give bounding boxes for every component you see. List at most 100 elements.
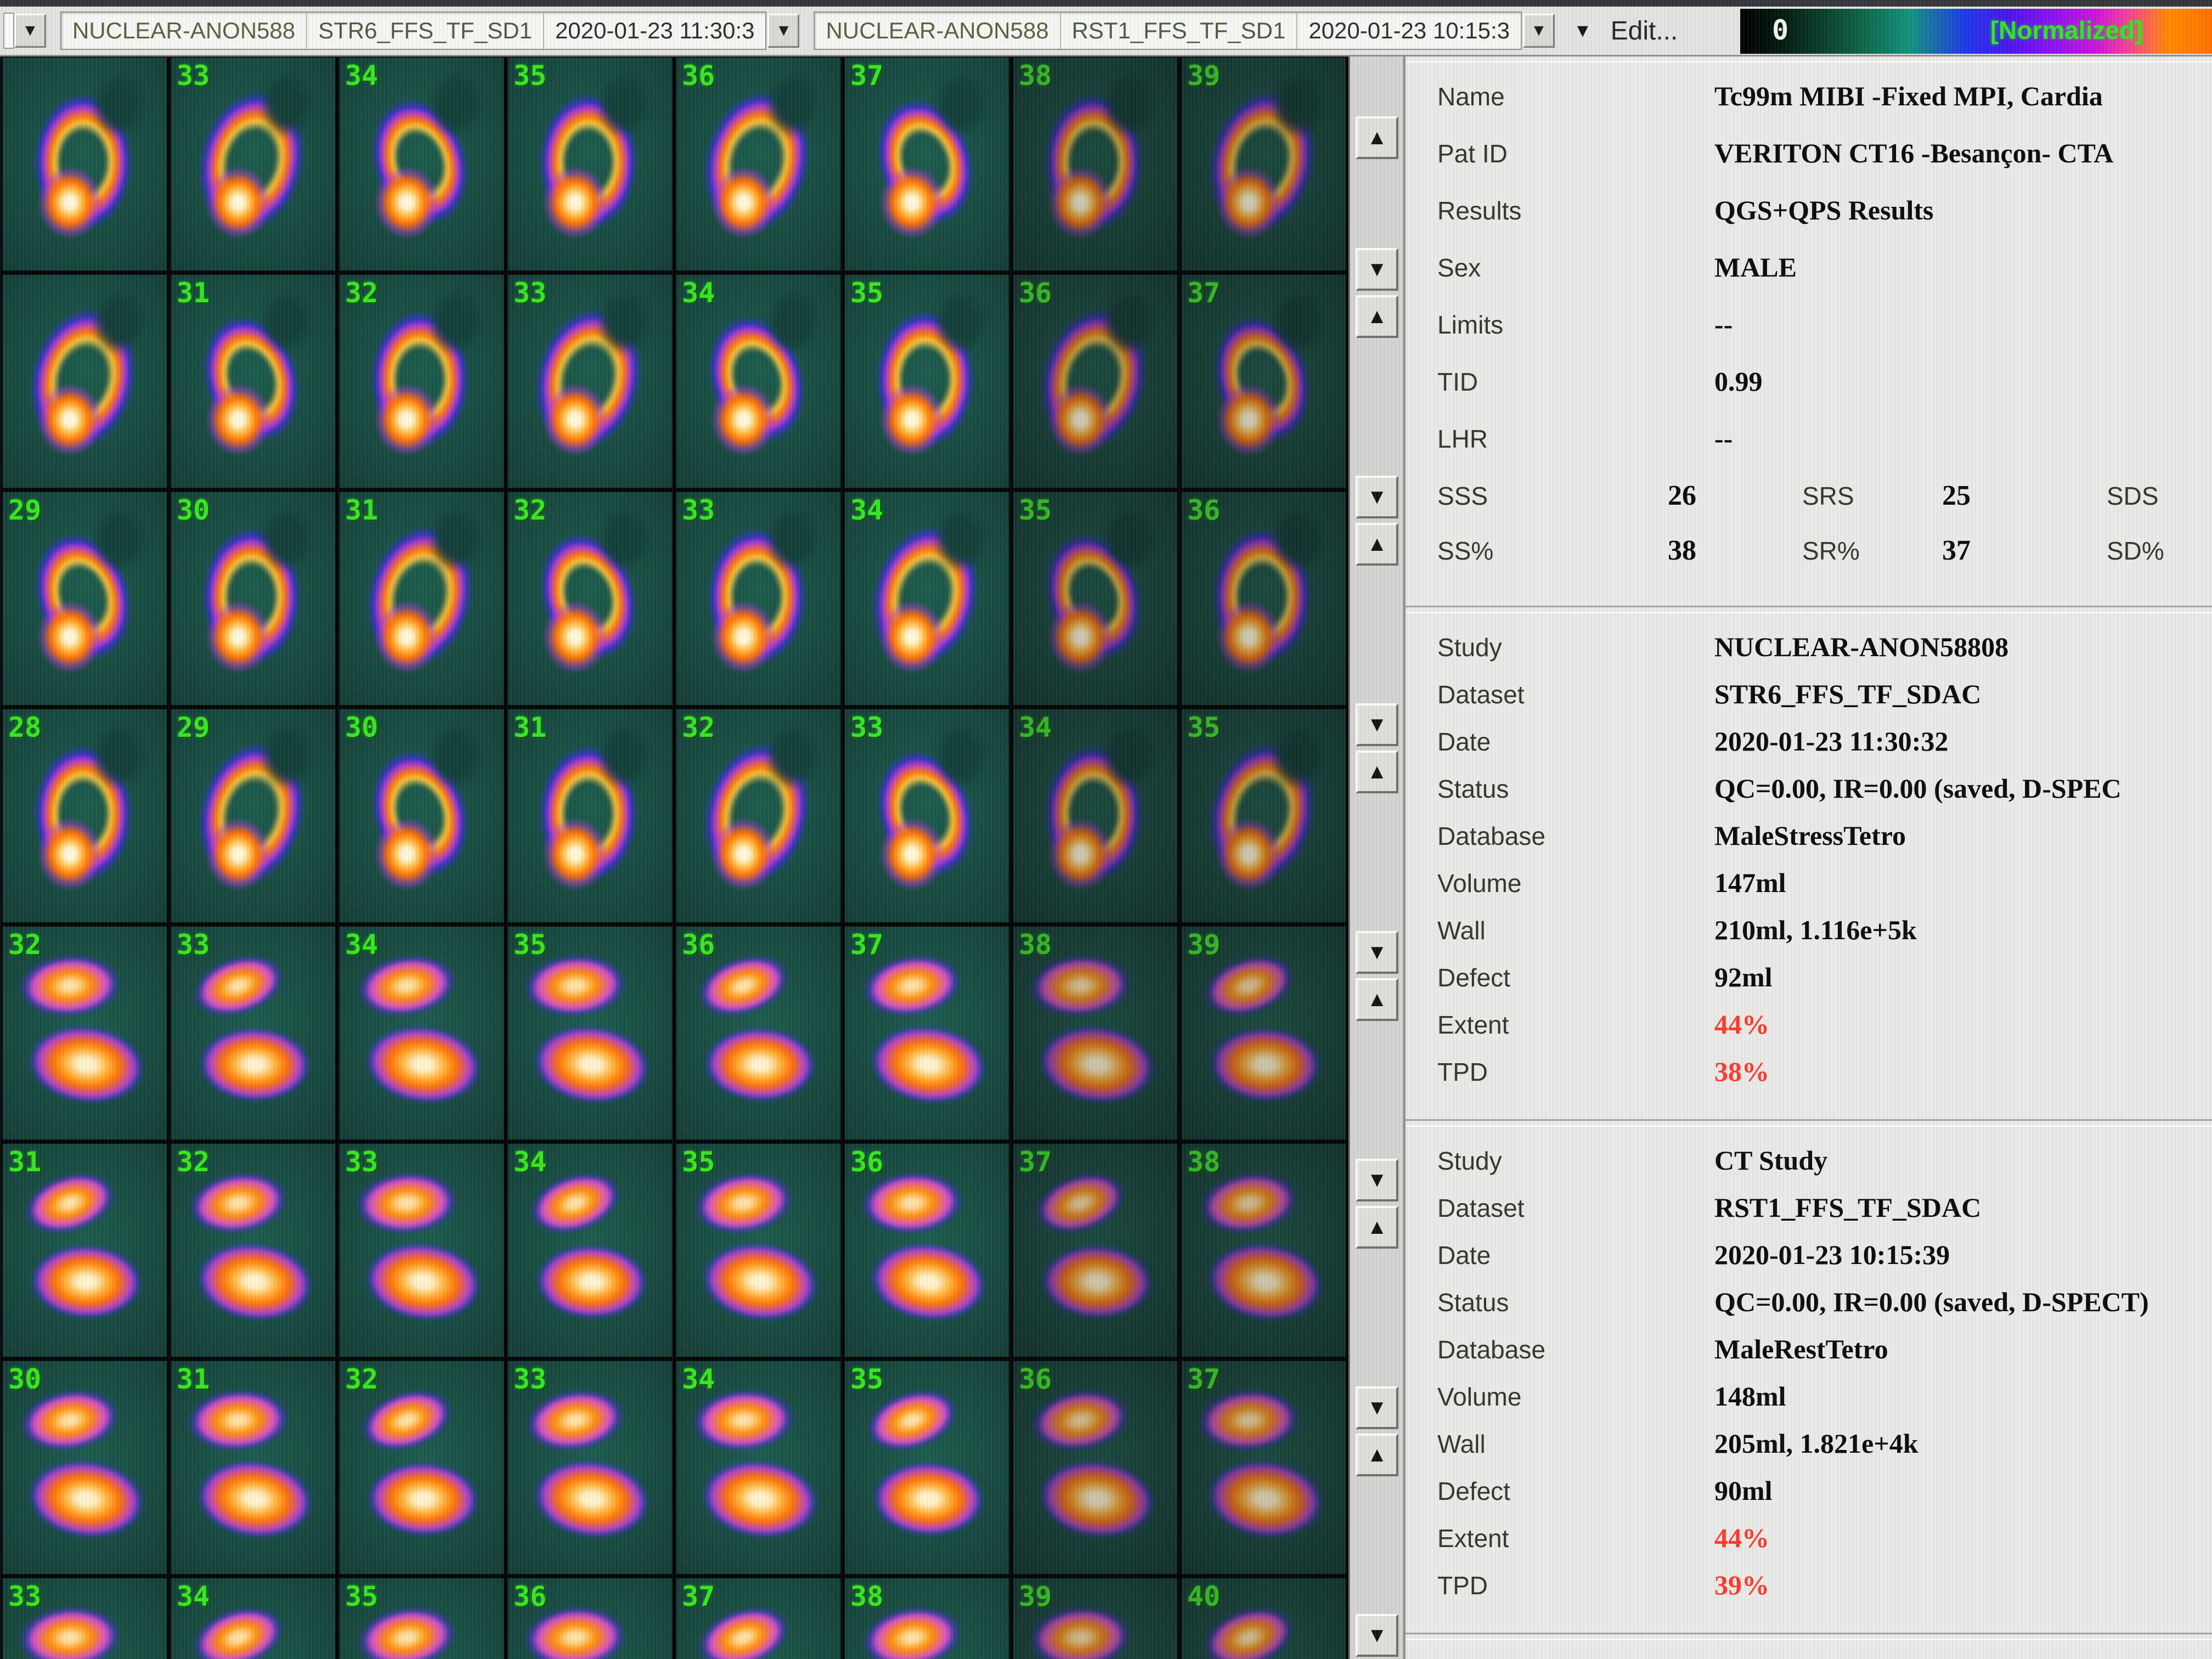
slice-cell[interactable]: 39 (1181, 57, 1346, 271)
slice-cell[interactable]: 31 (507, 709, 673, 923)
slice-cell[interactable]: 36 (1181, 492, 1346, 706)
slice-cell[interactable]: 35 (339, 1578, 504, 1659)
slice-cell[interactable]: 38 (1013, 57, 1178, 271)
slice-cell[interactable]: 33 (171, 926, 336, 1140)
slice-cell[interactable]: 33 (676, 492, 841, 706)
stress-dataset-selector[interactable]: NUCLEAR-ANON588 STR6_FFS_TF_SD1 2020-01-… (60, 12, 766, 50)
slice-number: 32 (682, 714, 715, 741)
slice-cell[interactable]: 32 (171, 1143, 336, 1357)
stress-combo-chevron-down-icon[interactable]: ▼ (768, 14, 799, 48)
scroll-down-button[interactable]: ▼ (1356, 248, 1398, 291)
slice-cell[interactable]: 31 (171, 274, 336, 488)
scroll-down-button[interactable]: ▼ (1356, 1386, 1398, 1429)
slice-number: 36 (850, 1148, 883, 1176)
slice-cell[interactable]: 33 (844, 709, 1009, 923)
field-value: -- (1714, 308, 1733, 340)
slice-cell[interactable]: 35 (1181, 709, 1346, 923)
slice-grid: 3334353637383931323334353637293031323334… (0, 55, 1348, 1659)
slice-cell[interactable]: 31 (171, 1361, 336, 1575)
slice-cell[interactable]: 36 (844, 1143, 1009, 1357)
slice-cell[interactable]: 34 (507, 1143, 673, 1357)
slice-cell[interactable]: 33 (507, 274, 673, 488)
field-value: 2020-01-23 10:15:39 (1714, 1239, 1950, 1271)
slice-cell[interactable]: 40 (1181, 1578, 1346, 1659)
score-label: SR% (1802, 536, 1942, 566)
scroll-up-button[interactable]: ▲ (1356, 751, 1398, 793)
slice-cell[interactable]: 32 (507, 492, 673, 706)
ring-gap (259, 722, 315, 790)
slice-cell[interactable]: 39 (1013, 1578, 1178, 1659)
slice-cell[interactable]: 33 (507, 1361, 673, 1575)
slice-cell[interactable]: 37 (1013, 1143, 1178, 1357)
scroll-up-button[interactable]: ▲ (1356, 295, 1398, 338)
slice-cell[interactable]: 34 (339, 57, 504, 271)
slice-cell[interactable]: 31 (2, 1143, 167, 1357)
slice-cell[interactable]: 35 (1013, 492, 1178, 706)
slice-cell[interactable]: 34 (171, 1578, 336, 1659)
slice-cell[interactable]: 33 (171, 57, 336, 271)
slice-cell[interactable]: 39 (1181, 926, 1346, 1140)
slice-cell[interactable]: 37 (1181, 1361, 1346, 1575)
clipped-dataset-selector[interactable]: ▼ (3, 14, 46, 48)
edit-menu-chevron-down-icon[interactable]: ▼ (1573, 20, 1592, 42)
info-row: TID0.99 (1437, 365, 2207, 422)
slice-cell[interactable]: 34 (676, 1361, 841, 1575)
slice-cell[interactable]: 29 (2, 492, 167, 706)
info-row: StatusQC=0.00, IR=0.00 (saved, D-SPEC (1437, 772, 2207, 820)
slice-cell[interactable]: 33 (339, 1143, 504, 1357)
slice-cell[interactable]: 32 (339, 1361, 504, 1575)
slice-cell[interactable]: 35 (676, 1143, 841, 1357)
slice-cell[interactable]: 34 (339, 926, 504, 1140)
scroll-down-button[interactable]: ▼ (1356, 931, 1398, 974)
ring-gap (428, 70, 484, 138)
scroll-up-button[interactable]: ▲ (1356, 1206, 1398, 1249)
slice-cell[interactable]: 36 (1013, 274, 1178, 488)
slice-cell[interactable] (2, 57, 167, 271)
slice-cell[interactable]: 30 (171, 492, 336, 706)
scroll-up-button[interactable]: ▲ (1356, 523, 1398, 566)
slice-cell[interactable]: 35 (507, 926, 673, 1140)
slice-cell[interactable]: 32 (2, 926, 167, 1140)
slice-cell[interactable]: 28 (2, 709, 167, 923)
slice-cell[interactable]: 37 (676, 1578, 841, 1659)
slice-cell[interactable]: 37 (1181, 274, 1346, 488)
slice-cell[interactable]: 36 (1013, 1361, 1178, 1575)
edit-menu[interactable]: Edit... (1611, 16, 1678, 46)
slice-cell[interactable]: 36 (676, 926, 841, 1140)
slice-cell[interactable]: 32 (676, 709, 841, 923)
scroll-down-button[interactable]: ▼ (1356, 1159, 1398, 1201)
slice-cell[interactable]: 38 (1181, 1143, 1346, 1357)
rest-dataset-selector[interactable]: NUCLEAR-ANON588 RST1_FFS_TF_SD1 2020-01-… (814, 12, 1522, 50)
slice-cell[interactable]: 35 (844, 1361, 1009, 1575)
slice-number: 33 (514, 279, 546, 307)
slice-cell[interactable]: 38 (844, 1578, 1009, 1659)
slice-scroll-strip: ▲▼▲▼▲▼▲▼▲▼▲▼▲▼▲ (1348, 55, 1404, 1659)
slice-cell[interactable]: 31 (339, 492, 504, 706)
scroll-up-button[interactable]: ▲ (1356, 116, 1398, 159)
slice-cell[interactable]: 35 (844, 274, 1009, 488)
slice-cell[interactable]: 35 (507, 57, 673, 271)
slice-cell[interactable]: 32 (339, 274, 504, 488)
slice-cell[interactable]: 38 (1013, 926, 1178, 1140)
field-label: Study (1437, 633, 1714, 662)
rest-combo-chevron-down-icon[interactable]: ▼ (1523, 14, 1555, 48)
slice-cell[interactable]: 30 (339, 709, 504, 923)
slice-cell[interactable]: 36 (676, 57, 841, 271)
slice-cell[interactable]: 37 (844, 926, 1009, 1140)
scroll-down-button[interactable]: ▼ (1356, 476, 1398, 518)
slice-cell[interactable]: 37 (844, 57, 1009, 271)
slice-cell[interactable]: 34 (844, 492, 1009, 706)
scroll-up-button[interactable]: ▲ (1356, 978, 1398, 1021)
slice-number: 38 (1187, 1148, 1220, 1176)
scroll-down-button[interactable]: ▼ (1356, 703, 1398, 746)
chevron-down-icon[interactable]: ▼ (14, 14, 46, 48)
scroll-down-button[interactable]: ▼ (1356, 1614, 1398, 1657)
slice-cell[interactable] (2, 274, 167, 488)
slice-cell[interactable]: 33 (2, 1578, 167, 1659)
slice-cell[interactable]: 36 (507, 1578, 673, 1659)
slice-cell[interactable]: 34 (1013, 709, 1178, 923)
slice-cell[interactable]: 30 (2, 1361, 167, 1575)
scroll-up-button[interactable]: ▲ (1356, 1434, 1398, 1476)
slice-cell[interactable]: 34 (676, 274, 841, 488)
slice-cell[interactable]: 29 (171, 709, 336, 923)
